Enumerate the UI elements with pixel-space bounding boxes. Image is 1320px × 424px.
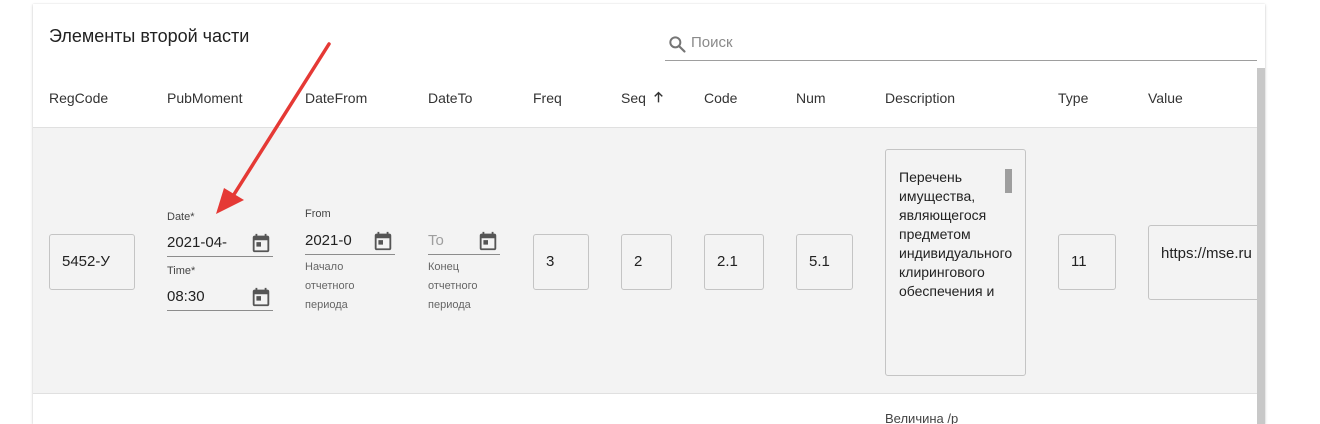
annotation-arrow: [216, 42, 331, 214]
